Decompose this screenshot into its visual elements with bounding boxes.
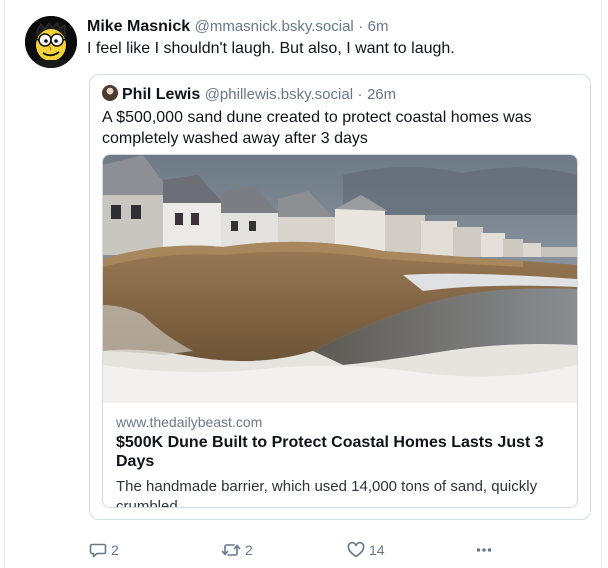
post-text: I feel like I shouldn't laugh. But also,…: [87, 40, 455, 57]
post-card[interactable]: Mike Masnick @mmasnick.bsky.social · 6m …: [4, 0, 602, 568]
quoted-post[interactable]: Phil Lewis @phillewis.bsky.social · 26m …: [89, 74, 591, 520]
quoted-author-handle: @phillewis.bsky.social: [204, 86, 354, 103]
link-card-description: The handmade barrier, which used 14,000 …: [116, 478, 538, 508]
quoted-post-time: 26m: [366, 86, 397, 103]
author-avatar[interactable]: [25, 16, 77, 68]
link-card-body: www.thedailybeast.com $500K Dune Built t…: [116, 413, 566, 508]
cartoon-character-avatar-icon: [25, 16, 77, 68]
repost-button[interactable]: 2: [221, 540, 253, 560]
post-time[interactable]: 6m: [368, 18, 389, 35]
separator-dot: ·: [358, 18, 364, 35]
repost-count: 2: [245, 542, 253, 558]
quoted-post-header: Phil Lewis @phillewis.bsky.social · 26m: [102, 84, 396, 106]
quoted-author-name: Phil Lewis: [122, 86, 201, 103]
like-button[interactable]: 14: [347, 540, 385, 560]
separator-dot: ·: [357, 86, 363, 103]
post-actions: 2 2 14: [89, 540, 509, 560]
author-name[interactable]: Mike Masnick: [87, 18, 190, 35]
quoted-author-avatar: [102, 85, 118, 101]
quoted-post-text: A $500,000 sand dune created to protect …: [102, 109, 532, 147]
more-options-icon: [476, 548, 492, 552]
author-handle[interactable]: @mmasnick.bsky.social: [195, 18, 354, 35]
like-count: 14: [369, 542, 385, 558]
link-card-title: $500K Dune Built to Protect Coastal Home…: [116, 434, 544, 470]
more-options-button[interactable]: [475, 540, 493, 560]
reply-icon: [89, 543, 107, 558]
link-card[interactable]: www.thedailybeast.com $500K Dune Built t…: [102, 154, 578, 508]
link-card-image: [103, 155, 577, 403]
reply-count: 2: [111, 542, 119, 558]
repost-icon: [221, 544, 241, 556]
reply-button[interactable]: 2: [89, 540, 119, 560]
link-card-domain: www.thedailybeast.com: [116, 414, 263, 430]
post-header: Mike Masnick @mmasnick.bsky.social · 6m: [87, 16, 589, 38]
heart-icon: [347, 541, 365, 558]
